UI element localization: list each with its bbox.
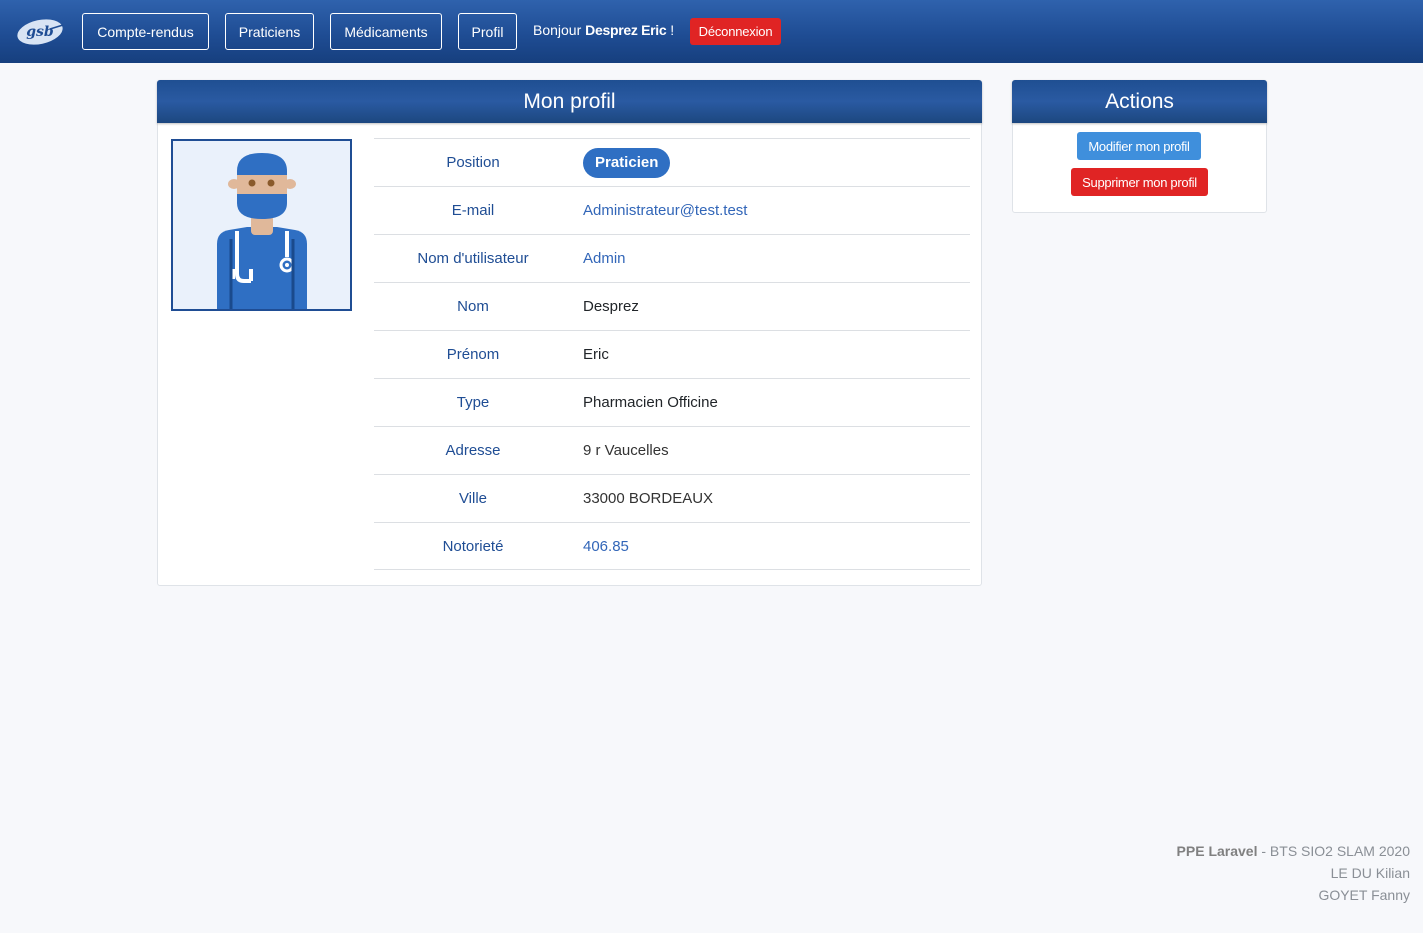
- field-label-notoriete: Notorieté: [442, 537, 504, 555]
- table-row: Nom d'utilisateur Admin: [374, 234, 970, 282]
- footer-course: - BTS SIO2 SLAM 2020: [1257, 843, 1410, 859]
- field-value-adresse: 9 r Vaucelles: [583, 442, 669, 459]
- field-label-prenom: Prénom: [446, 346, 500, 363]
- avatar: [171, 139, 352, 311]
- page-footer: PPE Laravel - BTS SIO2 SLAM 2020 LE DU K…: [1177, 840, 1410, 906]
- user-greeting: Bonjour Desprez Eric !: [533, 22, 674, 38]
- field-label-username: Nom d'utilisateur: [417, 250, 529, 267]
- field-label-nom: Nom: [457, 298, 489, 315]
- user-name: Desprez Eric: [585, 22, 667, 38]
- field-value-prenom: Eric: [583, 346, 609, 363]
- table-row: Ville 33000 BORDEAUX: [374, 474, 970, 522]
- table-row: Notorieté 406.85: [374, 522, 970, 570]
- table-row: Nom Desprez: [374, 282, 970, 330]
- doctor-avatar-icon: [216, 153, 307, 309]
- status-badge: Praticien: [583, 147, 671, 178]
- nav-compte-rendus-button[interactable]: Compte-rendus: [82, 13, 209, 50]
- field-value-ville: 33000 BORDEAUX: [583, 490, 714, 507]
- nav-praticiens-button[interactable]: Praticiens: [225, 13, 314, 50]
- greeting-prefix: Bonjour: [533, 22, 582, 38]
- table-row: Prénom Eric: [374, 330, 970, 378]
- nav-medicaments-button[interactable]: Médicaments: [330, 13, 442, 50]
- profile-info-table: Position Praticien E-mail Administrateur…: [374, 138, 970, 570]
- table-row: Adresse 9 r Vaucelles: [374, 426, 970, 474]
- profile-card-title: Mon profil: [157, 80, 982, 123]
- profile-card: Mon profil Position Praticien E-mail Adm…: [157, 80, 982, 586]
- field-value-notoriete: 406.85: [583, 537, 629, 555]
- table-row: E-mail Administrateur@test.test: [374, 186, 970, 234]
- gsb-logo[interactable]: gsb: [16, 17, 64, 47]
- actions-card: Actions Modifier mon profil Supprimer mo…: [1012, 80, 1267, 213]
- field-label-position: Position: [446, 154, 500, 171]
- svg-text:gsb: gsb: [26, 24, 54, 40]
- field-value-email: Administrateur@test.test: [583, 202, 748, 219]
- greeting-suffix: !: [670, 22, 675, 38]
- field-label-email: E-mail: [451, 202, 495, 219]
- footer-project: PPE Laravel: [1176, 843, 1258, 859]
- table-row: Type Pharmacien Officine: [374, 378, 970, 426]
- delete-profile-button[interactable]: Supprimer mon profil: [1071, 168, 1208, 196]
- field-value-nom: Desprez: [583, 298, 639, 315]
- table-row: Position Praticien: [374, 138, 970, 186]
- edit-profile-button[interactable]: Modifier mon profil: [1077, 132, 1201, 160]
- field-value-type: Pharmacien Officine: [583, 394, 718, 411]
- field-value-username: Admin: [583, 250, 626, 267]
- field-label-type: Type: [456, 394, 490, 411]
- actions-card-title: Actions: [1012, 80, 1267, 123]
- footer-author-2: GOYET Fanny: [1318, 887, 1410, 903]
- nav-profil-button[interactable]: Profil: [458, 13, 517, 50]
- field-label-ville: Ville: [458, 490, 488, 507]
- logout-button[interactable]: Déconnexion: [690, 18, 781, 45]
- top-navbar: gsb Compte-rendus Praticiens Médicaments…: [0, 0, 1423, 63]
- footer-project-line: PPE Laravel - BTS SIO2 SLAM 2020: [1177, 840, 1410, 862]
- field-label-adresse: Adresse: [445, 442, 501, 459]
- footer-author-1: LE DU Kilian: [1330, 865, 1410, 881]
